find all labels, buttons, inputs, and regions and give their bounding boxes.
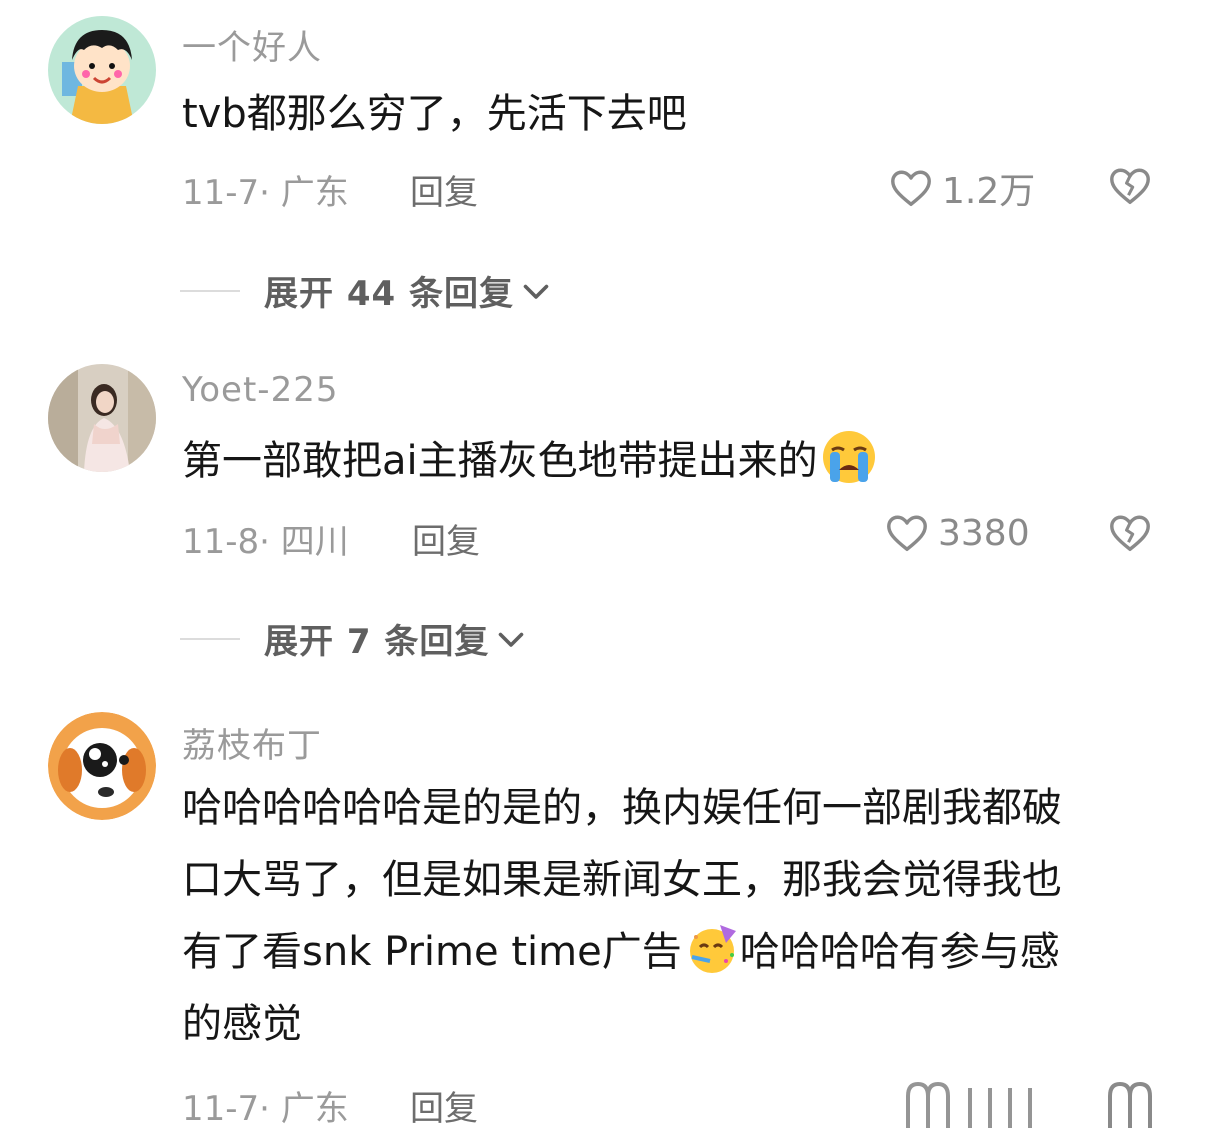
dislike-button[interactable] xyxy=(1106,1078,1156,1132)
dislike-button[interactable] xyxy=(1106,510,1154,560)
comment-text-line: 口大骂了，但是如果是新闻女王，那我会觉得我也 xyxy=(182,857,1062,903)
like-button[interactable]: 3380 xyxy=(884,510,1030,556)
divider-line xyxy=(180,637,240,640)
loudly-crying-emoji xyxy=(822,430,876,484)
chevron-down-icon xyxy=(523,284,549,299)
date-location: 11-8· 四川 xyxy=(182,522,349,562)
reply-button[interactable]: 回复 xyxy=(410,1081,478,1130)
reply-button[interactable]: 回复 xyxy=(412,514,480,563)
username[interactable]: 荔枝布丁 xyxy=(182,718,322,767)
comment-text-line: 哈哈哈哈哈哈是的是的，换内娱任何一部剧我都破 xyxy=(182,785,1062,831)
date-location: 11-7· 广东 xyxy=(182,1089,349,1129)
comment-text-line: 的感觉 xyxy=(182,1001,302,1047)
comment-text-line: 有了看snk Prime time广告 哈哈哈哈有参与感 xyxy=(182,916,1172,988)
reply-button[interactable]: 回复 xyxy=(410,165,478,214)
date-location: 11-7· 广东 xyxy=(182,173,349,213)
avatar-cartoon-icon xyxy=(48,16,156,124)
like-count: 1.2万 xyxy=(942,171,1036,212)
username[interactable]: 一个好人 xyxy=(182,20,322,69)
comment-text-body: 第一部敢把ai主播灰色地带提出来的 xyxy=(182,438,818,484)
comment-text: 第一部敢把ai主播灰色地带提出来的 xyxy=(182,425,1172,497)
username[interactable]: Yoet-225 xyxy=(182,370,338,410)
avatar[interactable] xyxy=(48,712,156,820)
broken-heart-icon xyxy=(1108,1081,1152,1128)
heart-outline-icon xyxy=(906,1081,1032,1128)
avatar[interactable] xyxy=(48,16,156,124)
like-button[interactable] xyxy=(904,1078,1054,1128)
broken-heart-icon xyxy=(1110,168,1150,205)
chevron-down-icon xyxy=(499,632,524,647)
avatar[interactable] xyxy=(48,364,156,472)
comment-text-segment: 哈哈哈哈有参与感 xyxy=(739,929,1060,975)
dislike-button[interactable] xyxy=(1106,163,1154,213)
expand-replies-button[interactable]: 展开 7 条回复 xyxy=(180,614,529,663)
comment-text: 哈哈哈哈哈哈是的是的，换内娱任何一部剧我都破 口大骂了，但是如果是新闻女王，那我… xyxy=(182,772,1172,1060)
heart-outline-icon xyxy=(891,170,931,207)
expand-replies-label: 展开 44 条回复 xyxy=(264,274,514,314)
like-button[interactable]: 1.2万 xyxy=(888,162,1035,214)
expand-replies-button[interactable]: 展开 44 条回复 xyxy=(180,266,554,315)
avatar-photo-icon xyxy=(48,364,156,472)
expand-replies-label: 展开 7 条回复 xyxy=(264,622,490,662)
comment-text-segment: 有了看snk Prime time广告 xyxy=(182,929,682,975)
avatar-puppy-icon xyxy=(48,712,156,820)
divider-line xyxy=(180,289,240,292)
comment-text: tvb都那么穷了，先活下去吧 xyxy=(182,91,687,137)
partying-face-emoji xyxy=(686,921,740,975)
like-count: 3380 xyxy=(938,512,1030,554)
heart-outline-icon xyxy=(887,515,927,552)
broken-heart-icon xyxy=(1110,515,1150,552)
